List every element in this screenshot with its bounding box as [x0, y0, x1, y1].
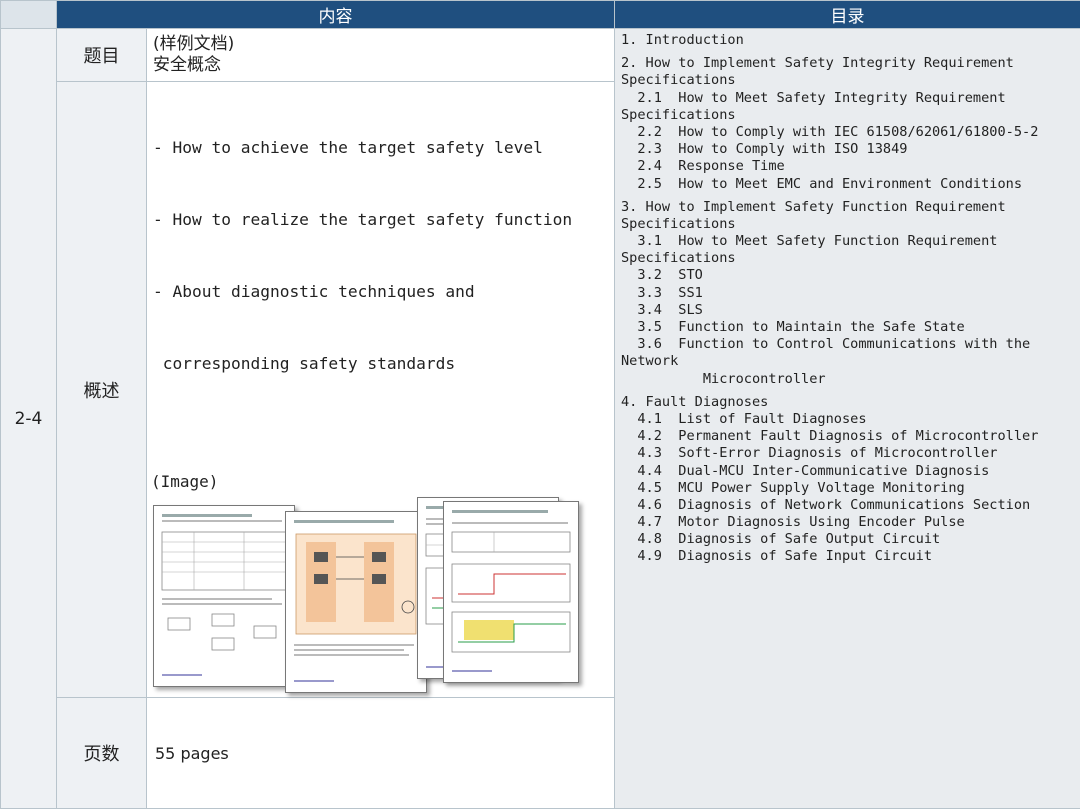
toc-line: 2.4 Response Time: [621, 158, 1080, 175]
toc-line: 4.1 List of Fault Diagnoses: [621, 411, 1080, 428]
toc-line: 3. How to Implement Safety Function Requ…: [621, 199, 1080, 216]
title-line: (样例文档): [153, 34, 614, 55]
toc-line: Microcontroller: [621, 371, 1080, 388]
toc-line: 4.3 Soft-Error Diagnosis of Microcontrol…: [621, 445, 1080, 462]
toc-line: 2.2 How to Comply with IEC 61508/62061/6…: [621, 124, 1080, 141]
summary-label: 概述: [57, 82, 147, 698]
toc-cell: 1. Introduction 2. How to Implement Safet…: [615, 29, 1080, 809]
thumbnail-page-2: [285, 511, 427, 693]
image-label: (Image): [147, 472, 614, 491]
toc-line: Specifications: [621, 72, 1080, 89]
toc-line: 3.5 Function to Maintain the Safe State: [621, 319, 1080, 336]
row-id: 2-4: [1, 29, 57, 809]
toc-line: 2.5 How to Meet EMC and Environment Cond…: [621, 176, 1080, 193]
toc-line: 2.1 How to Meet Safety Integrity Require…: [621, 90, 1080, 107]
header-corner: [1, 1, 57, 29]
title-label: 题目: [57, 29, 147, 82]
toc-line: 4.4 Dual-MCU Inter-Communicative Diagnos…: [621, 463, 1080, 480]
toc-list: 1. Introduction 2. How to Implement Safet…: [621, 32, 1080, 566]
thumbnail-page-2-graphic: [286, 512, 426, 692]
header-toc: 目录: [615, 1, 1080, 29]
document-thumbnails: [147, 497, 614, 697]
title-row: 2-4 题目 (样例文档) 安全概念 1. Introduction2. How…: [1, 29, 1080, 82]
toc-line: Specifications: [621, 216, 1080, 233]
toc-line: 3.3 SS1: [621, 285, 1080, 302]
toc-line: Specifications: [621, 250, 1080, 267]
toc-line: 4.2 Permanent Fault Diagnosis of Microco…: [621, 428, 1080, 445]
pages-label: 页数: [57, 698, 147, 809]
thumbnail-page-1: [153, 505, 295, 687]
summary-line: - How to realize the target safety funct…: [153, 208, 614, 232]
title-line: 安全概念: [153, 55, 614, 76]
toc-line: 4.6 Diagnosis of Network Communications …: [621, 497, 1080, 514]
summary-line: - About diagnostic techniques and: [153, 280, 614, 304]
summary-value: - How to achieve the target safety level…: [147, 82, 615, 698]
toc-line: 4.5 MCU Power Supply Voltage Monitoring: [621, 480, 1080, 497]
header-content: 内容: [57, 1, 615, 29]
thumbnail-page-1-graphic: [154, 506, 294, 686]
thumbnail-page-4: [443, 501, 579, 683]
toc-line: 3.4 SLS: [621, 302, 1080, 319]
toc-line: 3.2 STO: [621, 267, 1080, 284]
toc-line: 4.9 Diagnosis of Safe Input Circuit: [621, 548, 1080, 565]
toc-line: Network: [621, 353, 1080, 370]
toc-line: 4.8 Diagnosis of Safe Output Circuit: [621, 531, 1080, 548]
summary-line: - How to achieve the target safety level: [153, 136, 614, 160]
pages-value: 55 pages: [147, 698, 615, 809]
summary-line: corresponding safety standards: [153, 352, 614, 376]
toc-line: 4. Fault Diagnoses: [621, 394, 1080, 411]
document-table: 内容 目录 2-4 题目 (样例文档) 安全概念 1. Introduction…: [0, 0, 1080, 809]
toc-line: 1. Introduction: [621, 32, 1080, 49]
toc-line: 3.6 Function to Control Communications w…: [621, 336, 1080, 353]
toc-line: 4.7 Motor Diagnosis Using Encoder Pulse: [621, 514, 1080, 531]
toc-line: 2. How to Implement Safety Integrity Req…: [621, 55, 1080, 72]
header-row: 内容 目录: [1, 1, 1080, 29]
summary-lines: - How to achieve the target safety level…: [147, 82, 614, 424]
thumbnail-page-4-graphic: [444, 502, 578, 682]
toc-line: 2.3 How to Comply with ISO 13849: [621, 141, 1080, 158]
toc-line: 3.1 How to Meet Safety Function Requirem…: [621, 233, 1080, 250]
title-value: (样例文档) 安全概念: [147, 29, 615, 82]
toc-line: Specifications: [621, 107, 1080, 124]
